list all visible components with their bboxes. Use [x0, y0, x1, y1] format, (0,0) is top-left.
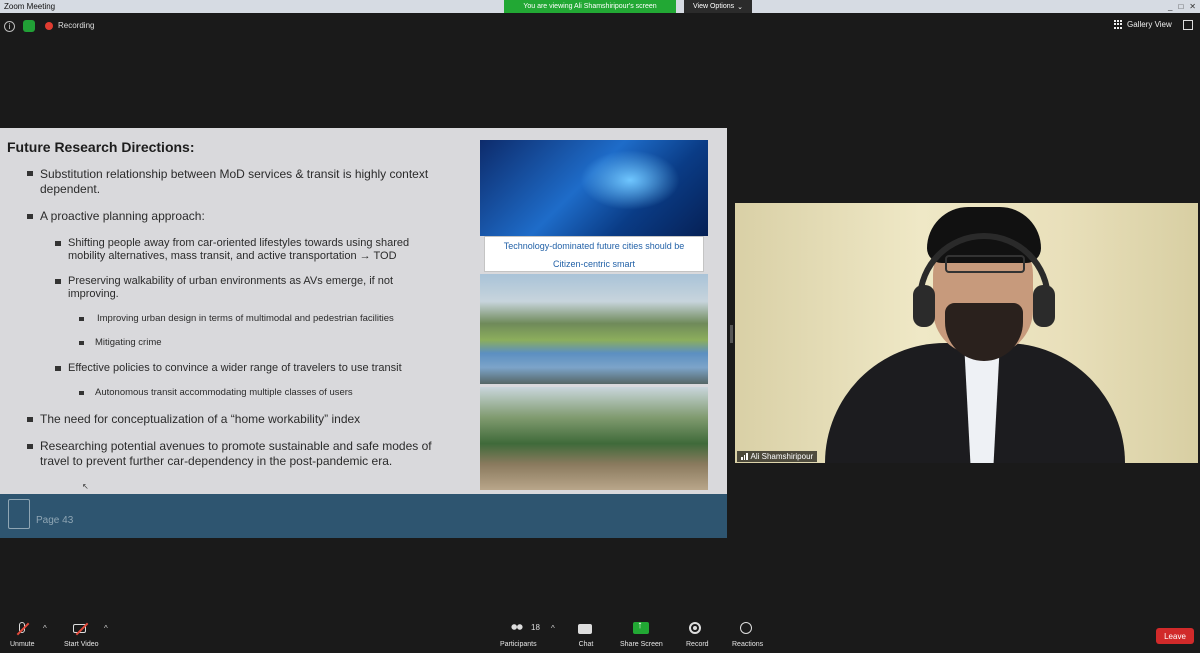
- pedestrian-street-image: [480, 387, 708, 490]
- close-icon[interactable]: ✕: [1189, 2, 1196, 11]
- gallery-view-button[interactable]: Gallery View: [1114, 20, 1172, 29]
- maximize-icon[interactable]: □: [1178, 2, 1183, 11]
- mouse-cursor-icon: ↖: [82, 482, 89, 491]
- audio-options-caret-icon[interactable]: ^: [43, 624, 47, 633]
- share-screen-icon: [633, 620, 650, 636]
- participants-label: Participants: [500, 641, 537, 648]
- sub-bullet-item: Preserving walkability of urban environm…: [68, 275, 394, 287]
- sub-bullet-item: Shifting people away from car-oriented l…: [68, 237, 410, 249]
- panel-resize-handle[interactable]: [730, 325, 733, 343]
- sub-sub-bullet-item: Mitigating crime: [95, 337, 162, 348]
- video-camera-off-icon: [73, 622, 89, 636]
- bullet-item: A proactive planning approach:: [40, 209, 205, 223]
- slide-title: Future Research Directions:: [7, 139, 195, 155]
- bullet-marker-icon: [79, 391, 84, 395]
- gallery-view-label: Gallery View: [1127, 20, 1172, 29]
- bullet-marker-icon: [79, 317, 84, 321]
- sub-sub-bullet-item: Autonomous transit accommodating multipl…: [95, 387, 353, 398]
- bullet-marker-icon: [55, 241, 61, 246]
- urban-street-image: [480, 274, 708, 384]
- sub-bullet-item: improving.: [68, 288, 119, 300]
- start-video-label: Start Video: [64, 641, 99, 648]
- chat-label: Chat: [578, 641, 594, 648]
- grid-icon: [1114, 20, 1123, 29]
- slide-image-column: Technology-dominated future cities shoul…: [480, 140, 708, 490]
- bullet-item: Researching potential avenues to promote…: [40, 439, 432, 453]
- bullet-marker-icon: [55, 279, 61, 284]
- meeting-status-row: i Recording Gallery View: [0, 14, 1200, 38]
- view-options-label: View Options: [693, 3, 735, 10]
- caption-line-1: Technology-dominated future cities shoul…: [503, 241, 685, 251]
- leave-button[interactable]: Leave: [1156, 628, 1194, 644]
- viewing-screen-banner: You are viewing Ali Shamshiripour's scre…: [504, 0, 676, 13]
- headphone-left: [913, 285, 935, 327]
- sub-bullet-item: Effective policies to convince a wider r…: [68, 362, 402, 374]
- bullet-marker-icon: [27, 417, 33, 422]
- headphone-right: [1033, 285, 1055, 327]
- sub-sub-bullet-item: Improving urban design in terms of multi…: [97, 313, 394, 324]
- recording-label: Recording: [58, 21, 95, 30]
- technology-city-image: [480, 140, 708, 236]
- bullet-item: travel to prevent further car-dependency…: [40, 454, 393, 468]
- minimize-icon[interactable]: _: [1168, 2, 1172, 11]
- participant-name-tag: Ali Shamshiripour: [737, 451, 818, 462]
- window-title: Zoom Meeting: [4, 2, 56, 11]
- bullet-marker-icon: [27, 214, 33, 219]
- reactions-label: Reactions: [732, 641, 764, 648]
- start-video-button[interactable]: Start Video: [64, 622, 99, 648]
- bullet-item: Substitution relationship between MoD se…: [40, 167, 429, 181]
- share-screen-label: Share Screen: [620, 641, 663, 648]
- bullet-item: The need for conceptualization of a “hom…: [40, 412, 361, 426]
- reactions-icon: [739, 622, 756, 636]
- security-shield-icon[interactable]: [23, 20, 35, 32]
- window-controls: _ □ ✕: [1168, 0, 1196, 13]
- reactions-button[interactable]: Reactions: [732, 622, 763, 648]
- sub-bullet-item: mobility alternatives, mass transit, and…: [68, 250, 397, 262]
- chat-icon: [578, 622, 594, 636]
- share-screen-button[interactable]: Share Screen: [620, 620, 663, 648]
- fullscreen-icon[interactable]: [1183, 20, 1193, 30]
- participant-video-tile[interactable]: Ali Shamshiripour: [735, 203, 1198, 463]
- meeting-toolbar: Unmute ^ Start Video ^ Participants 18 ^…: [0, 612, 1200, 653]
- slide-footer-bar: [0, 494, 727, 538]
- participants-count: 18: [531, 623, 540, 632]
- bullet-marker-icon: [55, 366, 61, 371]
- participants-options-caret-icon[interactable]: ^: [551, 624, 555, 633]
- page-number-label: Page 43: [36, 515, 74, 526]
- bullet-item: dependent.: [40, 182, 101, 196]
- signal-strength-icon: [741, 453, 748, 460]
- view-options-button[interactable]: View Options ⌄: [684, 0, 752, 13]
- bullet-marker-icon: [27, 171, 33, 176]
- participants-icon: [510, 622, 526, 636]
- unmute-label: Unmute: [10, 641, 35, 648]
- chat-button[interactable]: Chat: [578, 622, 594, 648]
- unmute-button[interactable]: Unmute: [10, 622, 35, 648]
- shared-screen-slide: Future Research Directions: Substitution…: [0, 128, 727, 538]
- chevron-down-icon: ⌄: [737, 3, 743, 11]
- info-icon[interactable]: i: [4, 21, 15, 32]
- microphone-muted-icon: [14, 622, 30, 636]
- caption-line-2: Citizen-centric smart: [552, 259, 635, 269]
- participant-name: Ali Shamshiripour: [750, 452, 814, 461]
- image-caption: Technology-dominated future cities shoul…: [484, 236, 704, 272]
- video-options-caret-icon[interactable]: ^: [104, 624, 108, 633]
- bullet-marker-icon: [27, 444, 33, 449]
- record-button[interactable]: Record: [686, 622, 709, 648]
- recording-dot-icon: [45, 22, 53, 30]
- record-label: Record: [686, 641, 709, 648]
- page-icon: [8, 499, 30, 529]
- bullet-marker-icon: [79, 341, 84, 345]
- record-icon: [689, 622, 705, 636]
